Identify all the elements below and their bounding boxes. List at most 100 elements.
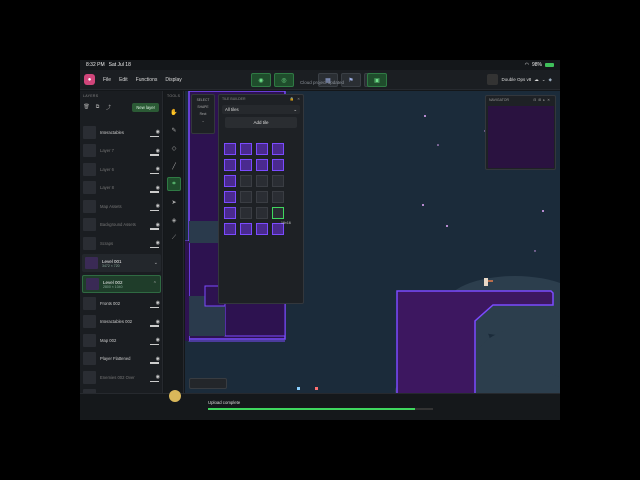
move-tool[interactable]: ➤: [167, 195, 181, 209]
menu-file[interactable]: File: [103, 77, 111, 83]
layer-row[interactable]: Map 002 ◉: [80, 331, 163, 349]
fill-tool[interactable]: ◈: [167, 213, 181, 227]
tile-swatch[interactable]: [224, 159, 236, 171]
tile-swatch[interactable]: [256, 159, 268, 171]
layer-row[interactable]: Map Assets ◉: [80, 197, 163, 215]
tile-swatch[interactable]: [224, 143, 236, 155]
tile-swatch[interactable]: [224, 175, 236, 187]
opacity-slider[interactable]: [150, 191, 159, 193]
opacity-slider[interactable]: [150, 246, 159, 248]
opacity-slider[interactable]: [150, 380, 159, 382]
layer-row[interactable]: Fronts 002 ◉: [80, 294, 163, 312]
lock-icon[interactable]: 🔒: [290, 97, 294, 101]
tile-swatch[interactable]: [240, 223, 252, 235]
tile-swatch[interactable]: [224, 207, 236, 219]
tile-swatch[interactable]: [240, 159, 252, 171]
shape-value[interactable]: Rect: [192, 112, 214, 116]
tile-swatch[interactable]: [256, 223, 268, 235]
navigator-minimap[interactable]: [488, 106, 554, 168]
floating-dropdown[interactable]: [189, 378, 227, 389]
pencil-tool[interactable]: ✎: [167, 123, 181, 137]
eye-icon[interactable]: ◉: [156, 374, 160, 380]
eye-icon[interactable]: ◉: [156, 148, 160, 154]
menu-functions[interactable]: Functions: [136, 77, 158, 83]
tile-swatch[interactable]: [256, 143, 268, 155]
chevron-down-icon[interactable]: ⌄: [192, 119, 214, 123]
tile-swatch[interactable]: [256, 175, 268, 187]
opacity-slider[interactable]: [150, 228, 159, 230]
battery-percent: 98%: [531, 61, 542, 68]
eraser-tool[interactable]: ◇: [167, 141, 181, 155]
new-layer-button[interactable]: New layer: [132, 102, 159, 112]
select-tool[interactable]: ⌗: [167, 177, 181, 191]
opacity-slider[interactable]: [150, 135, 159, 137]
opacity-slider[interactable]: [150, 172, 159, 174]
layer-row[interactable]: Player Flattened ◉: [80, 350, 163, 368]
toggle-navigator-button[interactable]: ◎: [274, 73, 294, 87]
layer-row[interactable]: Scraps ◉: [80, 234, 163, 252]
duplicate-icon[interactable]: ⧉: [94, 104, 101, 111]
toggle-tile-builder-button[interactable]: ▣: [367, 73, 387, 87]
app-logo-icon[interactable]: ●: [84, 74, 95, 85]
eye-icon[interactable]: ◉: [156, 129, 160, 135]
project-info[interactable]: Double Ops v8 ☁ ⌄ ◆: [487, 74, 552, 85]
eye-icon[interactable]: ◉: [156, 166, 160, 172]
layer-row[interactable]: Layer 6 ◉: [80, 160, 163, 178]
close-icon[interactable]: ✕: [297, 97, 300, 101]
layer-row[interactable]: Layer 7 ◉: [80, 142, 163, 160]
opacity-slider[interactable]: [150, 362, 159, 364]
tile-swatch[interactable]: [272, 143, 284, 155]
hand-tool[interactable]: ✋: [167, 105, 181, 119]
menu-display[interactable]: Display: [165, 77, 181, 83]
opacity-slider[interactable]: [150, 306, 159, 308]
tile-swatch[interactable]: [272, 191, 284, 203]
tile-swatch[interactable]: [224, 191, 236, 203]
level-row-001[interactable]: Level 001 3472 × 720 ⌄: [82, 254, 161, 272]
layer-row[interactable]: Enemies 002 Over ◉: [80, 368, 163, 386]
toggle-layers-button[interactable]: ◉: [251, 73, 271, 87]
menu-edit[interactable]: Edit: [119, 77, 128, 83]
tile-swatch[interactable]: [240, 143, 252, 155]
eye-icon[interactable]: ◉: [156, 185, 160, 191]
line-tool[interactable]: ╱: [167, 159, 181, 173]
eye-icon[interactable]: ◉: [156, 337, 160, 343]
layer-row[interactable]: Layer 8 ◉: [80, 179, 163, 197]
tile-swatch[interactable]: [224, 223, 236, 235]
tile-swatch[interactable]: [240, 175, 252, 187]
layer-row[interactable]: Interactables ◉: [80, 123, 163, 141]
tile-swatch[interactable]: [272, 207, 284, 219]
avatar[interactable]: [169, 390, 181, 402]
layer-row[interactable]: Interactables 002 ◉: [80, 313, 163, 331]
close-icon[interactable]: ✕: [547, 98, 552, 102]
tile-swatch[interactable]: [272, 175, 284, 187]
user-avatar-icon[interactable]: ◆: [549, 77, 552, 83]
eye-icon[interactable]: ◉: [156, 319, 160, 325]
layer-row[interactable]: Background Assets ◉: [80, 216, 163, 234]
shape-label: SHAPE: [197, 105, 209, 109]
eye-icon: ◉: [258, 77, 264, 84]
chevron-down-icon[interactable]: ⌄: [154, 260, 158, 266]
toolbar-left-group: ◉ ◎: [251, 73, 294, 87]
opacity-slider[interactable]: [150, 209, 159, 211]
add-tile-button[interactable]: Add tile: [225, 117, 297, 128]
opacity-slider[interactable]: [150, 343, 159, 345]
tile-swatch[interactable]: [272, 159, 284, 171]
share-icon[interactable]: ⤴: [105, 104, 112, 111]
tile-swatch[interactable]: [240, 191, 252, 203]
opacity-slider[interactable]: [150, 154, 159, 156]
eye-icon[interactable]: ◉: [156, 300, 160, 306]
chevron-up-icon[interactable]: ⌃: [153, 281, 157, 287]
level-row-002[interactable]: Level 002 2800 × 1040 ⌃: [82, 275, 161, 293]
opacity-slider[interactable]: [150, 325, 159, 327]
tile-swatch[interactable]: [256, 191, 268, 203]
tile-swatch[interactable]: [256, 207, 268, 219]
eye-icon[interactable]: ◉: [156, 356, 160, 362]
eyedropper-tool[interactable]: ⟋: [167, 231, 181, 245]
tile-filter-select[interactable]: All tiles ⌄: [222, 105, 300, 114]
eye-icon[interactable]: ◉: [156, 240, 160, 246]
tile-swatch[interactable]: [240, 207, 252, 219]
eye-icon[interactable]: ◉: [156, 203, 160, 209]
eye-icon[interactable]: ◉: [156, 222, 160, 228]
layer-thumbnail: [83, 315, 96, 328]
trash-icon[interactable]: 🗑: [83, 104, 90, 111]
